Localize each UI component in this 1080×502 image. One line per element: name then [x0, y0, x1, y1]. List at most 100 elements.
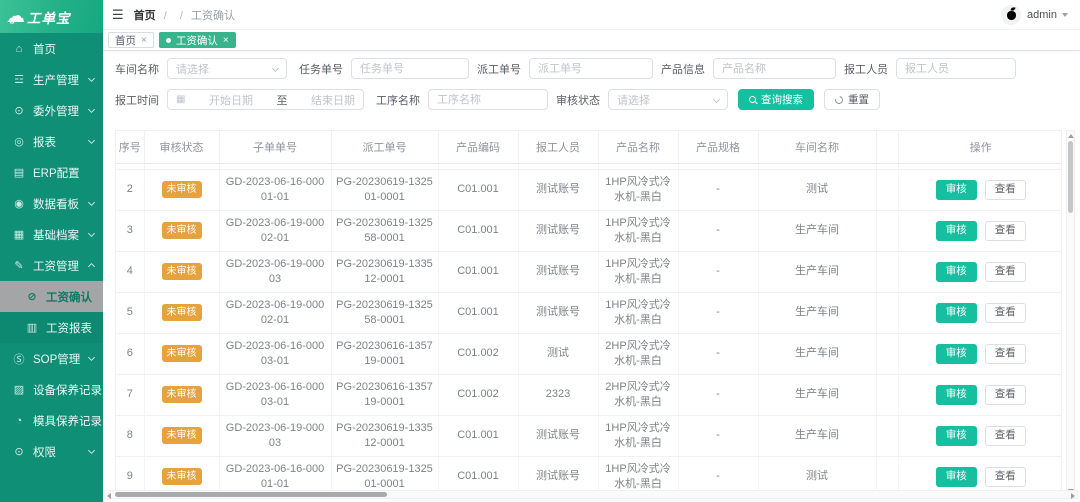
scroll-up-icon[interactable]: [1068, 134, 1074, 138]
menu-toggle-icon[interactable]: ☰: [112, 7, 124, 23]
audit-button[interactable]: 审核: [936, 180, 977, 200]
report-worker-input[interactable]: [896, 58, 1016, 79]
sidebar-item[interactable]: ⌂首页: [0, 33, 103, 64]
sidebar-item-label: 委外管理: [33, 103, 79, 119]
main-panel: ☰ 首页 / / 工资确认 admin 首页×工资确认× 车间名称: [103, 0, 1080, 502]
cell-product-name: 1HP风冷式冷水机-黑白: [598, 415, 678, 456]
cell-product-spec: -: [678, 374, 758, 415]
end-date-placeholder: 结束日期: [311, 92, 355, 108]
scroll-left-icon[interactable]: [107, 493, 111, 499]
sidebar-item[interactable]: ☲生产管理: [0, 64, 103, 95]
sidebar-item[interactable]: ▤ERP配置: [0, 157, 103, 188]
cell-workshop: 生产车间: [758, 292, 876, 333]
table-row: 5未审核GD-2023-06-19-00002-01PG-20230619-13…: [116, 292, 1062, 333]
view-button[interactable]: 查看: [985, 303, 1026, 323]
sidebar-item[interactable]: ◎报表: [0, 126, 103, 157]
tab-item[interactable]: 首页 ×: [108, 32, 154, 48]
cell-worker: 测试: [518, 333, 598, 374]
cell-product-code: C01.001: [438, 210, 518, 251]
cell-workshop: 生产车间: [758, 251, 876, 292]
sidebar-item[interactable]: ✎工资管理: [0, 250, 103, 281]
task-order-input[interactable]: [351, 58, 469, 79]
cell-status: 未审核: [144, 333, 219, 374]
cell-dispatch-order: PG-20230619-132558-0001: [331, 210, 438, 251]
report-time-range-picker[interactable]: ▦ 开始日期 至 结束日期: [167, 89, 364, 110]
sidebar-nav: ⌂首页☲生产管理⊙委外管理◎报表▤ERP配置◉数据看板▦基础档案✎工资管理⊘工资…: [0, 33, 103, 467]
sidebar-item[interactable]: ▥工资报表: [0, 312, 103, 343]
horizontal-scrollbar[interactable]: [104, 490, 1078, 499]
report-time-label: 报工时间: [115, 92, 159, 108]
vertical-scrollbar[interactable]: [1066, 130, 1075, 497]
user-menu[interactable]: admin: [1001, 5, 1068, 25]
audit-button[interactable]: 审核: [936, 221, 977, 241]
audit-button[interactable]: 审核: [936, 262, 977, 282]
username: admin: [1027, 9, 1057, 21]
calendar-icon: ▦: [176, 94, 185, 105]
vertical-scrollbar-thumb[interactable]: [1068, 141, 1073, 213]
breadcrumb: 首页 / / 工资确认: [134, 7, 1001, 23]
product-info-input[interactable]: [713, 58, 836, 79]
view-button[interactable]: 查看: [985, 262, 1026, 282]
scroll-right-icon[interactable]: [1071, 493, 1075, 499]
view-button[interactable]: 查看: [985, 221, 1026, 241]
workshop-name-select[interactable]: 请选择: [167, 58, 287, 79]
chevron-down-icon: [88, 137, 95, 144]
horizontal-scrollbar-thumb[interactable]: [115, 492, 387, 497]
search-button[interactable]: 查询搜索: [738, 89, 814, 110]
cell-spacer: [876, 169, 898, 210]
chevron-down-icon: [88, 199, 95, 206]
tab-active-dot-icon: [166, 38, 171, 43]
view-button[interactable]: 查看: [985, 426, 1026, 446]
view-button[interactable]: 查看: [985, 385, 1026, 405]
cloud-icon: ☁⚙: [6, 7, 25, 26]
tab-active[interactable]: 工资确认×: [159, 32, 236, 48]
audit-button[interactable]: 审核: [936, 467, 977, 487]
sidebar-item[interactable]: ◔模具保养记录: [0, 405, 103, 436]
breadcrumb-root[interactable]: 首页: [134, 10, 156, 22]
sidebar-item[interactable]: ◉数据看板: [0, 188, 103, 219]
task-order-label: 任务单号: [299, 61, 343, 77]
sidebar-item[interactable]: ▦基础档案: [0, 219, 103, 250]
equipment-maintenance-icon: ▨: [12, 383, 26, 396]
sidebar-item[interactable]: ⊙委外管理: [0, 95, 103, 126]
tab-close-icon[interactable]: ×: [141, 35, 147, 46]
view-button[interactable]: 查看: [985, 344, 1026, 364]
view-button[interactable]: 查看: [985, 180, 1026, 200]
process-name-input[interactable]: [428, 89, 548, 110]
audit-button[interactable]: 审核: [936, 344, 977, 364]
chevron-down-icon: [1062, 13, 1068, 17]
cell-index: 4: [116, 251, 144, 292]
gear-icon: ⚙: [8, 17, 16, 26]
sidebar-item[interactable]: ⓈSOP管理: [0, 343, 103, 374]
status-badge: 未审核: [162, 222, 202, 239]
tab-label: 首页: [115, 33, 136, 48]
cell-product-spec: -: [678, 292, 758, 333]
audit-table: 序号审核状态子单单号派工单号产品编码报工人员产品名称产品规格车间名称操作 2未审…: [115, 130, 1062, 497]
cell-workshop: 生产车间: [758, 210, 876, 251]
cell-product-code: C01.001: [438, 251, 518, 292]
table-body: 2未审核GD-2023-06-16-00001-01PG-20230619-13…: [116, 163, 1062, 497]
audit-button[interactable]: 审核: [936, 303, 977, 323]
dispatch-order-input[interactable]: [529, 58, 653, 79]
erp-config-icon: ▤: [12, 166, 26, 179]
audit-button[interactable]: 审核: [936, 385, 977, 405]
salary-report-icon: ▥: [25, 321, 39, 334]
chevron-down-icon: [88, 354, 95, 361]
sidebar-item[interactable]: ⊙权限: [0, 436, 103, 467]
cell-product-code: C01.002: [438, 333, 518, 374]
search-icon: [749, 96, 756, 103]
audit-status-select[interactable]: 请选择: [608, 89, 728, 110]
view-button[interactable]: 查看: [985, 467, 1026, 487]
avatar: [1001, 5, 1021, 25]
sidebar-item[interactable]: ▨设备保养记录: [0, 374, 103, 405]
cell-workshop: 生产车间: [758, 415, 876, 456]
cell-workshop: 生产车间: [758, 374, 876, 415]
tab-close-icon[interactable]: ×: [223, 35, 229, 46]
sidebar-item[interactable]: ⊘工资确认: [0, 281, 103, 312]
audit-button[interactable]: 审核: [936, 426, 977, 446]
cell-sub-order: GD-2023-06-16-00003-01: [219, 374, 331, 415]
chevron-down-icon: [272, 65, 279, 72]
sidebar-item-label: 报表: [33, 134, 56, 150]
reset-button[interactable]: 重置: [824, 89, 880, 110]
filter-row-1: 车间名称 请选择 任务单号 派工单号 产品信息: [115, 58, 1016, 79]
